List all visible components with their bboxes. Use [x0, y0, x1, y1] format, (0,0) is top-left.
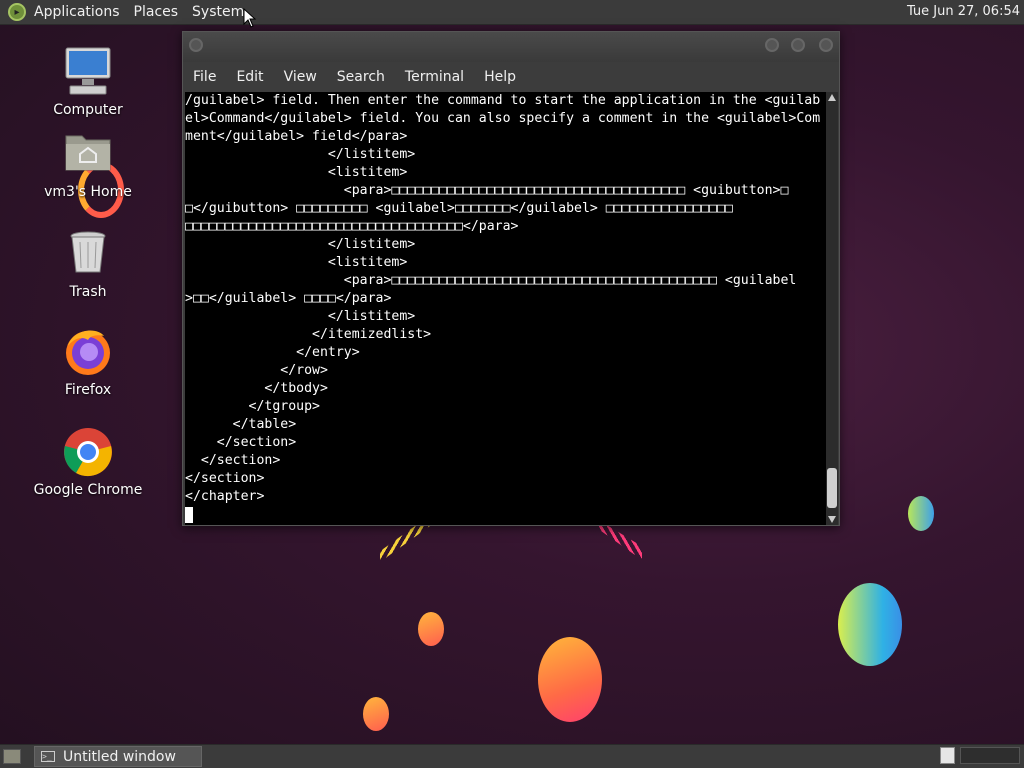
- system-menu[interactable]: System: [192, 4, 244, 20]
- home-folder-icon: [62, 128, 114, 180]
- terminal-menubar: File Edit View Search Terminal Help: [183, 62, 839, 92]
- taskbar-window-button[interactable]: >_ Untitled window: [34, 746, 202, 767]
- mouse-pointer-icon: [243, 8, 257, 28]
- terminal-line: ment</guilabel> field</para>: [185, 129, 408, 144]
- terminal-line: </itemizedlist>: [185, 327, 432, 342]
- terminal-prompt-line: [185, 506, 827, 524]
- wallpaper-stripes: [594, 526, 642, 560]
- terminal-scrollbar[interactable]: [826, 92, 838, 525]
- terminal-window[interactable]: File Edit View Search Terminal Help /gui…: [182, 31, 840, 526]
- trash-icon: [62, 228, 114, 280]
- terminal-line: </chapter>: [185, 489, 265, 504]
- desktop-icon-label: Firefox: [64, 382, 112, 398]
- menu-view[interactable]: View: [284, 69, 317, 85]
- menu-edit[interactable]: Edit: [236, 69, 263, 85]
- wallpaper-blob: [418, 612, 444, 646]
- terminal-line: </section>: [185, 453, 281, 468]
- panel-clock[interactable]: Tue Jun 27, 06:54: [907, 4, 1020, 19]
- distro-logo-icon[interactable]: ▸: [8, 3, 26, 21]
- wallpaper-stripes: [380, 526, 430, 562]
- desktop-icon-label: vm3's Home: [44, 184, 132, 200]
- terminal-line: el>Command</guilabel> field. You can als…: [185, 111, 821, 126]
- terminal-line: </entry>: [185, 345, 360, 360]
- minimize-icon[interactable]: [765, 38, 779, 52]
- text-cursor: [185, 507, 193, 523]
- desktop-icon-label: Google Chrome: [33, 482, 143, 498]
- terminal-line: </listitem>: [185, 147, 416, 162]
- scroll-up-icon[interactable]: [828, 94, 836, 101]
- workspace-1-button[interactable]: [940, 747, 955, 764]
- window-titlebar[interactable]: [183, 32, 839, 62]
- menu-file[interactable]: File: [193, 69, 216, 85]
- terminal-line: </table>: [185, 417, 297, 432]
- wallpaper-blob: [363, 697, 389, 731]
- workspace-2-button[interactable]: [960, 747, 1020, 764]
- wallpaper-blob: [838, 583, 902, 666]
- taskbar-window-title: Untitled window: [63, 748, 176, 765]
- terminal-line: <listitem>: [185, 165, 408, 180]
- computer-icon: [62, 46, 114, 98]
- terminal-line: </section>: [185, 435, 297, 450]
- menu-search[interactable]: Search: [337, 69, 385, 85]
- chrome-icon: [62, 426, 114, 478]
- desktop-icon-trash[interactable]: Trash: [33, 228, 143, 300]
- scroll-down-icon[interactable]: [828, 516, 836, 523]
- terminal-line: </tgroup>: [185, 399, 320, 414]
- terminal-line: □□□□□□□□□□□□□□□□□□□□□□□□□□□□□□□□□□□</par…: [185, 219, 519, 234]
- terminal-line: <para>□□□□□□□□□□□□□□□□□□□□□□□□□□□□□□□□□□…: [185, 273, 797, 288]
- terminal-line: <para>□□□□□□□□□□□□□□□□□□□□□□□□□□□□□□□□□□…: [185, 183, 789, 198]
- close-icon[interactable]: [819, 38, 833, 52]
- show-desktop-icon[interactable]: [3, 749, 21, 764]
- places-menu[interactable]: Places: [134, 4, 179, 20]
- terminal-line: </listitem>: [185, 237, 416, 252]
- desktop-icon-firefox[interactable]: Firefox: [33, 326, 143, 398]
- desktop-icon-home[interactable]: vm3's Home: [33, 128, 143, 200]
- terminal-output[interactable]: /guilabel> field. Then enter the command…: [185, 92, 827, 525]
- menu-help[interactable]: Help: [484, 69, 516, 85]
- bottom-panel: >_ Untitled window: [0, 744, 1024, 768]
- terminal-line: /guilabel> field. Then enter the command…: [185, 93, 821, 108]
- terminal-line: </row>: [185, 363, 328, 378]
- desktop-icon-label: Computer: [53, 102, 123, 118]
- terminal-line: >□□</guilabel> □□□□</para>: [185, 291, 392, 306]
- wallpaper-blob: [908, 496, 934, 531]
- maximize-icon[interactable]: [791, 38, 805, 52]
- scrollbar-thumb[interactable]: [827, 468, 837, 508]
- terminal-line: </tbody>: [185, 381, 328, 396]
- firefox-icon: [62, 326, 114, 378]
- terminal-line: </listitem>: [185, 309, 416, 324]
- window-menu-icon[interactable]: [189, 38, 203, 52]
- applications-menu[interactable]: Applications: [34, 4, 120, 20]
- terminal-line: □</guibutton> □□□□□□□□□ <guilabel>□□□□□□…: [185, 201, 733, 216]
- desktop-icon-computer[interactable]: Computer: [33, 46, 143, 118]
- terminal-line: </section>: [185, 471, 265, 486]
- menu-terminal[interactable]: Terminal: [405, 69, 464, 85]
- desktop-icon-label: Trash: [69, 284, 107, 300]
- terminal-line: <listitem>: [185, 255, 408, 270]
- terminal-icon: >_: [41, 751, 55, 762]
- desktop-icon-chrome[interactable]: Google Chrome: [33, 426, 143, 498]
- wallpaper-blob: [538, 637, 602, 722]
- top-panel: ▸ Applications Places System Tue Jun 27,…: [0, 0, 1024, 25]
